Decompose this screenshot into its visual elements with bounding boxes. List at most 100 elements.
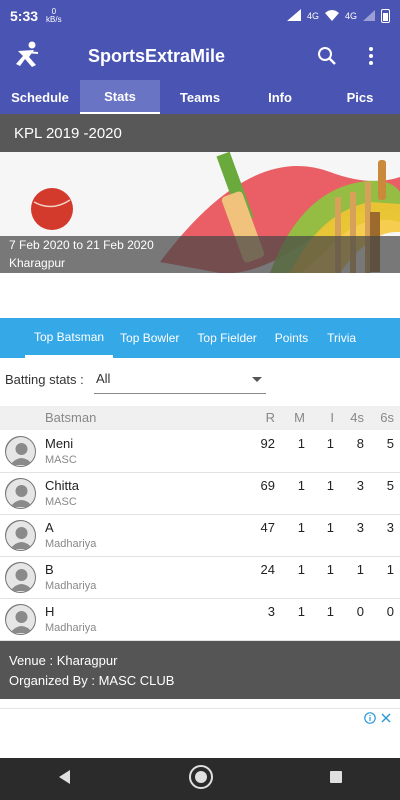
header-matches: M	[294, 410, 305, 425]
table-row[interactable]: H Madhariya 3 1 1 0 0	[0, 599, 400, 641]
sixes-value: 5	[386, 436, 394, 451]
status-bar: 5:33 0 kB/s 4G 4G	[0, 0, 400, 32]
battery-icon	[381, 9, 390, 23]
tab-points[interactable]: Points	[275, 318, 308, 358]
main-tabs: Schedule Stats Teams Info Pics	[0, 80, 400, 114]
tab-top-fielder[interactable]: Top Fielder	[197, 318, 256, 358]
network-speed: 0 kB/s	[46, 8, 62, 24]
recents-icon[interactable]	[329, 770, 343, 789]
signal-icon-2	[363, 9, 375, 23]
ad-choices[interactable]	[364, 712, 392, 727]
app-logo-icon	[12, 39, 46, 73]
matches-value: 1	[297, 562, 305, 577]
ad-info-icon[interactable]	[364, 712, 376, 727]
matches-value: 1	[297, 478, 305, 493]
tournament-title: KPL 2019 -2020	[0, 114, 400, 152]
table-row[interactable]: A Madhariya 47 1 1 3 3	[0, 515, 400, 557]
venue-text: Venue : Kharagpur	[9, 653, 118, 668]
innings-value: 1	[326, 520, 334, 535]
batsman-name: H	[45, 604, 55, 619]
table-row[interactable]: Meni MASC 92 1 1 8 5	[0, 431, 400, 473]
innings-value: 1	[326, 604, 334, 619]
innings-value: 1	[326, 436, 334, 451]
batting-stats-dropdown[interactable]: All	[94, 364, 266, 394]
fours-value: 3	[356, 478, 364, 493]
batsman-team: MASC	[45, 454, 77, 466]
tab-top-bowler[interactable]: Top Bowler	[120, 318, 179, 358]
home-icon[interactable]	[188, 764, 214, 795]
innings-value: 1	[326, 478, 334, 493]
matches-value: 1	[297, 604, 305, 619]
batsman-team: Madhariya	[45, 580, 97, 592]
fours-value: 8	[356, 436, 364, 451]
sixes-value: 5	[386, 478, 394, 493]
matches-value: 1	[297, 436, 305, 451]
wifi-icon	[324, 9, 339, 23]
batsman-name: A	[45, 520, 54, 535]
network-speed-unit: kB/s	[46, 15, 62, 24]
batting-stats-value: All	[96, 371, 111, 386]
tournament-place: Kharagpur	[9, 256, 66, 270]
dropdown-arrow-icon	[252, 377, 262, 382]
header-batsman: Batsman	[45, 410, 97, 425]
tab-info[interactable]: Info	[240, 80, 320, 114]
status-time: 5:33	[10, 8, 39, 24]
search-icon[interactable]	[316, 45, 338, 67]
more-options-icon[interactable]	[360, 45, 382, 67]
avatar	[5, 562, 36, 593]
header-sixes: 6s	[380, 410, 394, 425]
avatar	[5, 478, 36, 509]
tab-trivia[interactable]: Trivia	[327, 318, 356, 358]
matches-value: 1	[297, 520, 305, 535]
avatar	[5, 520, 36, 551]
batsman-name: Meni	[45, 436, 74, 451]
sixes-value: 0	[386, 604, 394, 619]
tab-schedule[interactable]: Schedule	[0, 80, 80, 114]
tab-teams[interactable]: Teams	[160, 80, 240, 114]
batsman-name: Chitta	[45, 478, 79, 493]
header-runs: R	[265, 410, 275, 425]
header-innings: I	[330, 410, 334, 425]
batsman-team: Madhariya	[45, 622, 97, 634]
signal-icon-1	[286, 9, 301, 23]
runs-value: 47	[260, 520, 275, 535]
tournament-dates: 7 Feb 2020 to 21 Feb 2020	[9, 238, 154, 252]
avatar	[5, 604, 36, 635]
tab-stats[interactable]: Stats	[80, 80, 160, 114]
avatar	[5, 436, 36, 467]
runs-value: 92	[260, 436, 275, 451]
ad-close-icon[interactable]	[380, 712, 392, 727]
signal-label-1: 4G	[306, 11, 319, 21]
ad-banner[interactable]	[0, 708, 400, 758]
innings-value: 1	[326, 562, 334, 577]
venue-info: Venue : Kharagpur Organized By : MASC CL…	[0, 641, 400, 699]
batsman-team: MASC	[45, 496, 77, 508]
organizer-text: Organized By : MASC CLUB	[9, 673, 175, 688]
batsman-name: B	[45, 562, 54, 577]
header-fours: 4s	[350, 410, 364, 425]
sixes-value: 3	[386, 520, 394, 535]
table-row[interactable]: Chitta MASC 69 1 1 3 5	[0, 473, 400, 515]
batsman-team: Madhariya	[45, 538, 97, 550]
banner-caption: 7 Feb 2020 to 21 Feb 2020 Kharagpur	[0, 236, 400, 273]
runs-value: 24	[260, 562, 275, 577]
fours-value: 3	[356, 520, 364, 535]
back-icon[interactable]	[57, 769, 73, 790]
fours-value: 1	[356, 562, 364, 577]
stats-tabs: Top Batsman Top Bowler Top Fielder Point…	[0, 318, 400, 358]
system-nav-bar	[0, 758, 400, 800]
signal-label-2: 4G	[344, 11, 357, 21]
sixes-value: 1	[386, 562, 394, 577]
batting-stats-label: Batting stats :	[5, 372, 84, 387]
table-row[interactable]: B Madhariya 24 1 1 1 1	[0, 557, 400, 599]
runs-value: 69	[260, 478, 275, 493]
status-icons: 4G 4G	[286, 9, 390, 23]
fours-value: 0	[356, 604, 364, 619]
table-header: Batsman R M I 4s 6s	[0, 406, 400, 430]
app-title: SportsExtraMile	[88, 45, 226, 66]
runs-value: 3	[267, 604, 275, 619]
tab-pics[interactable]: Pics	[320, 80, 400, 114]
app-bar: SportsExtraMile	[0, 32, 400, 80]
tab-top-batsman[interactable]: Top Batsman	[25, 318, 114, 358]
tournament-banner: 7 Feb 2020 to 21 Feb 2020 Kharagpur	[0, 152, 400, 273]
